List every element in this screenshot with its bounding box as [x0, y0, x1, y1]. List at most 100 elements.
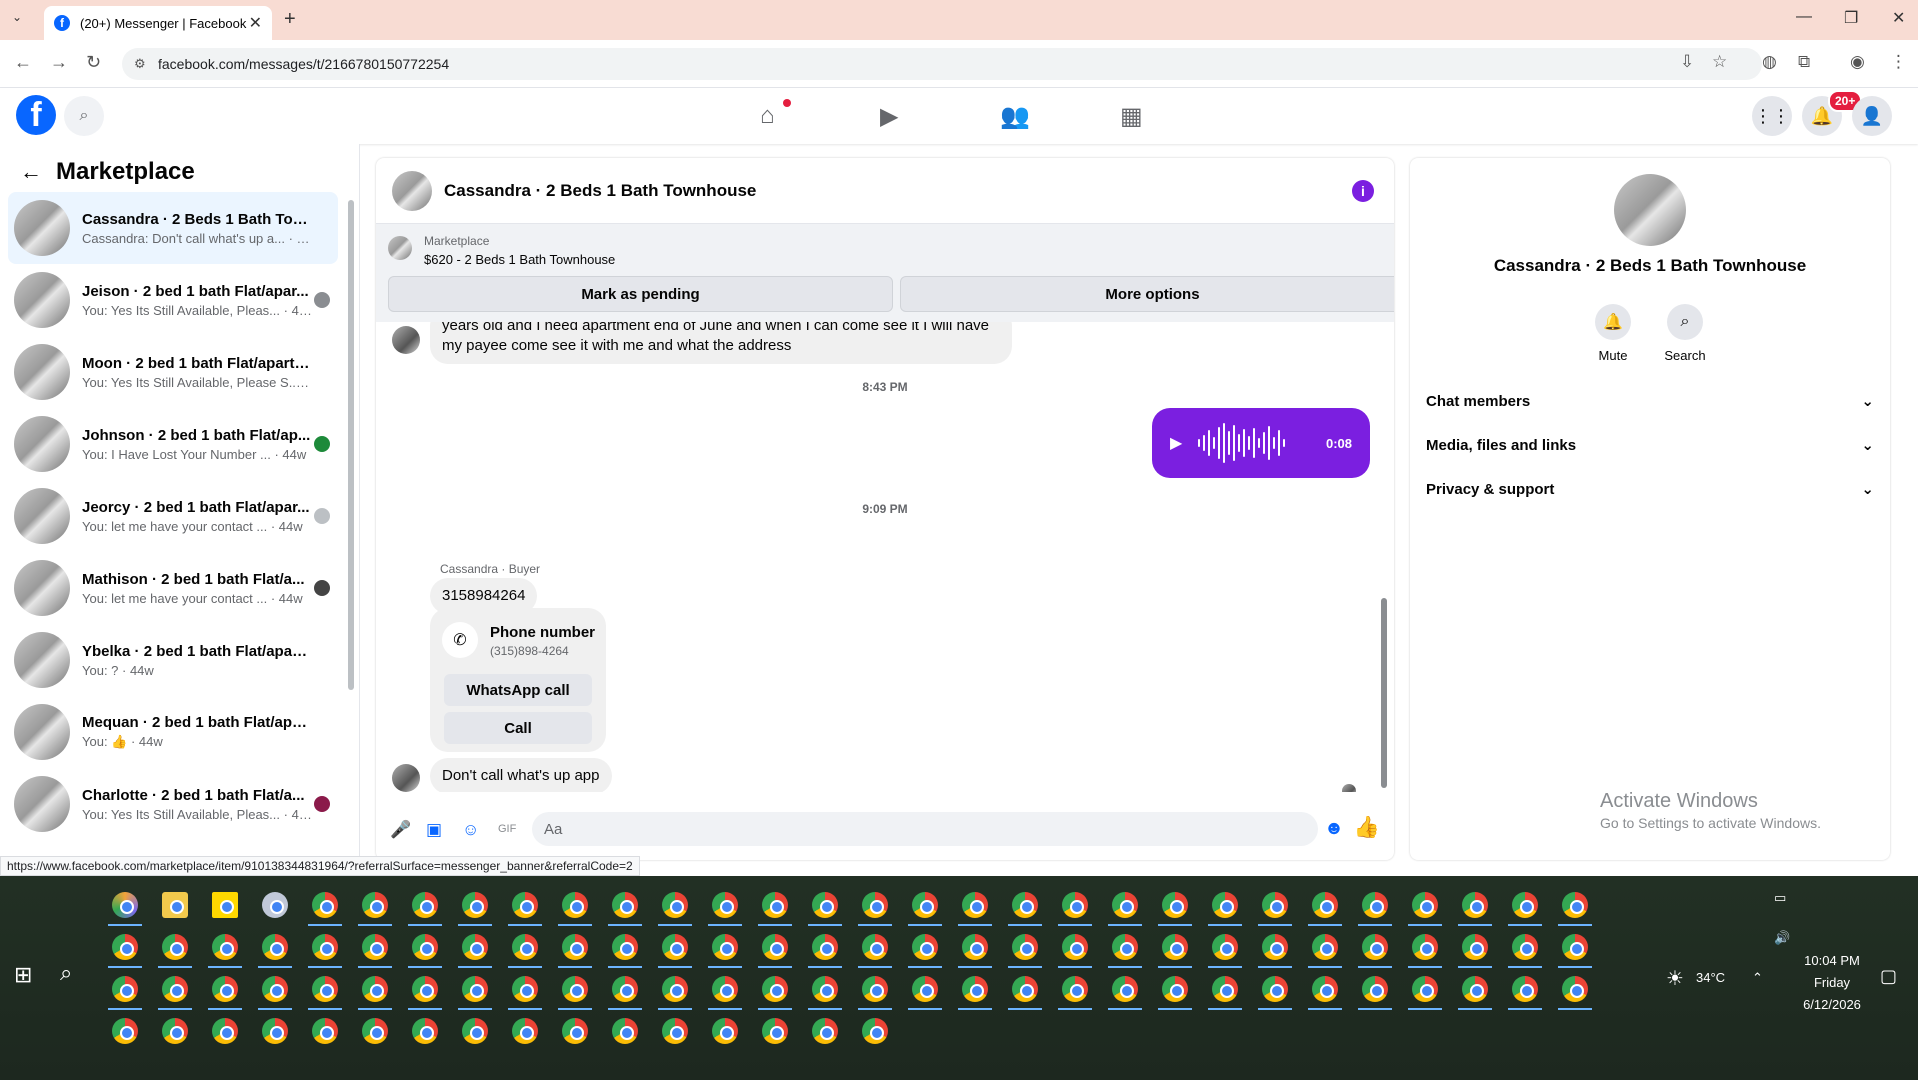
chrome-icon[interactable] — [1558, 934, 1592, 968]
chrome-icon[interactable] — [158, 976, 192, 1010]
restore-icon[interactable]: ❐ — [1844, 8, 1858, 28]
sticky-notes-icon[interactable] — [212, 892, 238, 918]
chrome-icon[interactable] — [158, 934, 192, 968]
profile-icon[interactable]: ◉ — [1850, 52, 1865, 72]
chrome-icon[interactable] — [262, 1018, 288, 1044]
windows-start-icon[interactable]: ⊞ — [14, 962, 32, 988]
chrome-icon[interactable] — [1458, 934, 1492, 968]
chrome-icon[interactable] — [558, 976, 592, 1010]
chrome-icon[interactable] — [1258, 976, 1292, 1010]
chrome-icon[interactable] — [858, 976, 892, 1010]
chrome-icon[interactable] — [1508, 976, 1542, 1010]
chrome-icon[interactable] — [1508, 934, 1542, 968]
facebook-search-icon[interactable]: ⌕ — [64, 96, 104, 136]
conversation-item[interactable]: Charlotte · 2 bed 1 bath Flat/a... You: Y… — [8, 768, 338, 840]
install-icon[interactable]: ⇩ — [1680, 52, 1694, 72]
menu-grid-icon[interactable]: ⋮⋮ — [1752, 96, 1792, 136]
chrome-icon[interactable] — [808, 976, 842, 1010]
chrome-icon[interactable] — [708, 934, 742, 968]
conversation-item[interactable]: Cassandra · 2 Beds 1 Bath Townh... Cassan… — [8, 192, 338, 264]
message-input[interactable]: Aa — [532, 812, 1318, 846]
chrome-icon[interactable] — [408, 934, 442, 968]
chrome-icon[interactable] — [1408, 976, 1442, 1010]
sidebar-scrollbar[interactable] — [348, 200, 354, 690]
chrome-icon[interactable] — [708, 892, 742, 926]
chrome-icon[interactable] — [958, 892, 992, 926]
chrome-icon[interactable] — [1308, 934, 1342, 968]
chrome-icon[interactable] — [1058, 934, 1092, 968]
chrome-icon[interactable] — [1558, 976, 1592, 1010]
taskbar-search-icon[interactable]: ⌕ — [60, 960, 72, 986]
conversation-item[interactable]: Moon · 2 bed 1 bath Flat/apartm... You: Y… — [8, 336, 338, 408]
weather-temp[interactable]: 34°C — [1696, 970, 1725, 985]
chrome-icon[interactable] — [112, 1018, 138, 1044]
chrome-icon[interactable] — [512, 1018, 538, 1044]
chrome-icon[interactable] — [608, 934, 642, 968]
photo-icon[interactable]: ▣ — [426, 820, 442, 840]
chrome-icon[interactable] — [1308, 892, 1342, 926]
conversation-item[interactable]: Jeison · 2 bed 1 bath Flat/apar... You: Y… — [8, 264, 338, 336]
network-icon[interactable]: ▭ — [1774, 890, 1786, 906]
paint-icon[interactable] — [262, 892, 288, 918]
chrome-icon[interactable] — [258, 934, 292, 968]
chrome-icon[interactable] — [1358, 934, 1392, 968]
chrome-icon[interactable] — [362, 1018, 388, 1044]
chrome-icon[interactable] — [758, 934, 792, 968]
file-explorer-icon[interactable] — [162, 892, 188, 918]
chrome-icon[interactable] — [1408, 892, 1442, 926]
conversation-item[interactable]: Jeorcy · 2 bed 1 bath Flat/apar... You: l… — [8, 480, 338, 552]
account-avatar-icon[interactable]: 👤 — [1852, 96, 1892, 136]
notification-center-icon[interactable]: ▢ — [1880, 966, 1897, 987]
chrome-icon[interactable] — [1158, 934, 1192, 968]
clock[interactable]: 10:04 PM Friday 6/12/2026 — [1800, 950, 1864, 1016]
chrome-icon[interactable] — [1158, 892, 1192, 926]
chrome-icon[interactable] — [108, 934, 142, 968]
chrome-icon[interactable] — [408, 976, 442, 1010]
whatsapp-call-button[interactable]: WhatsApp call — [444, 674, 592, 706]
video-icon[interactable]: ▶ — [880, 102, 898, 131]
chrome-icon[interactable] — [1558, 892, 1592, 926]
play-icon[interactable]: ▶ — [1170, 433, 1182, 453]
more-options-button[interactable]: More options — [900, 276, 1394, 312]
emoji-icon[interactable]: ☻ — [1324, 818, 1344, 840]
chrome-icon[interactable] — [858, 934, 892, 968]
chrome-icon[interactable] — [358, 976, 392, 1010]
chrome-icon[interactable] — [562, 1018, 588, 1044]
chrome-icon[interactable] — [412, 1018, 438, 1044]
chrome-icon[interactable] — [1158, 976, 1192, 1010]
chrome-icon[interactable] — [862, 1018, 888, 1044]
chrome-icon[interactable] — [308, 892, 342, 926]
media-files-section[interactable]: Media, files and links ⌄ — [1426, 430, 1874, 460]
chrome-icon[interactable] — [1208, 976, 1242, 1010]
search-action[interactable]: ⌕ Search — [1650, 304, 1720, 363]
chrome-icon[interactable] — [612, 1018, 638, 1044]
menu-kebab-icon[interactable]: ⋮ — [1890, 52, 1907, 72]
chrome-icon[interactable] — [508, 976, 542, 1010]
chrome-icon[interactable] — [762, 1018, 788, 1044]
chrome-icon[interactable] — [312, 1018, 338, 1044]
chrome-icon[interactable] — [1008, 934, 1042, 968]
chrome-icon[interactable] — [808, 892, 842, 926]
chrome-icon[interactable] — [1308, 976, 1342, 1010]
chrome-icon[interactable] — [658, 934, 692, 968]
chrome-icon[interactable] — [608, 892, 642, 926]
chrome-icon[interactable] — [558, 892, 592, 926]
forward-icon[interactable]: → — [50, 52, 68, 73]
chrome-icon[interactable] — [908, 892, 942, 926]
marketplace-banner[interactable]: Marketplace $620 - 2 Beds 1 Bath Townhou… — [376, 224, 1394, 322]
copilot-icon[interactable] — [108, 892, 142, 926]
tab-close-icon[interactable]: ✕ — [249, 13, 262, 33]
chrome-icon[interactable] — [1358, 976, 1392, 1010]
chrome-icon[interactable] — [258, 976, 292, 1010]
chrome-icon[interactable] — [1458, 976, 1492, 1010]
facebook-logo-icon[interactable]: f — [16, 95, 56, 135]
chrome-icon[interactable] — [608, 976, 642, 1010]
chrome-icon[interactable] — [758, 892, 792, 926]
chat-scrollbar[interactable] — [1381, 598, 1387, 788]
chrome-icon[interactable] — [1058, 892, 1092, 926]
chrome-icon[interactable] — [958, 934, 992, 968]
bookmark-star-icon[interactable]: ☆ — [1712, 52, 1727, 72]
chrome-icon[interactable] — [858, 892, 892, 926]
chrome-icon[interactable] — [108, 976, 142, 1010]
chrome-icon[interactable] — [208, 976, 242, 1010]
